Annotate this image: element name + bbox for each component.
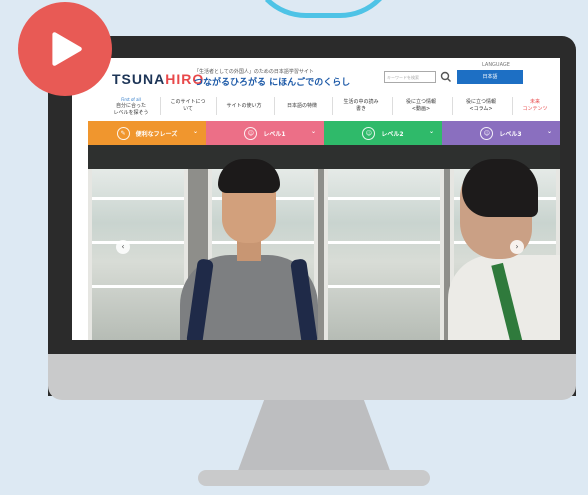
carousel-prev-arrow-icon[interactable]: ‹ (116, 240, 130, 254)
monitor-stand (236, 400, 392, 476)
level-icon: ☺ (362, 126, 376, 140)
nav-item-info-column[interactable]: 役に立つ情報 <コラム> (454, 91, 508, 121)
person-right-hair (462, 159, 538, 217)
store-shelf (88, 145, 188, 340)
store-shelf (324, 145, 444, 340)
monitor-chin (48, 354, 576, 400)
chevron-down-icon: ⌄ (428, 128, 434, 135)
nav-note: First of all (121, 96, 141, 102)
chat-icon: ✎ (116, 126, 130, 140)
nav-item-reading-writing[interactable]: 生活の中の読み 書き (334, 91, 388, 121)
play-button-icon[interactable] (18, 2, 112, 96)
nav-divider (512, 97, 513, 115)
chevron-down-icon: ⌄ (192, 128, 198, 135)
nav-item-about[interactable]: このサイトにつ いて (164, 91, 212, 121)
tab-label: レベル1 (263, 130, 286, 138)
chevron-down-icon: ⌄ (310, 128, 316, 135)
nav-item-how-to-use[interactable]: サイトの使い方 (218, 91, 270, 121)
level-icon: ☺ (480, 126, 494, 140)
search-icon[interactable] (439, 69, 453, 83)
nav-item-info-video[interactable]: 役に立つ情報 <動画> (394, 91, 448, 121)
site-subtitle: つながるひろがる にほんごでのくらし (194, 78, 351, 88)
tab-level-3[interactable]: ☺ レベル3 ⌄ (442, 121, 560, 145)
illustration-stage: TSUNAHIRO 「生活者としての外国人」のための日本語学習サイト つながるひ… (0, 0, 588, 495)
monitor-base (198, 470, 430, 486)
nav-item-future-content[interactable]: 未来 コンテンツ (514, 91, 556, 121)
tab-label: レベル3 (499, 130, 522, 138)
language-label: LANGUAGE (482, 62, 510, 68)
category-tabs: ✎ 便利なフレーズ ⌄ ☺ レベル1 ⌄ ☺ レベル2 ⌄ ☺ レベル3 ⌄ (88, 121, 560, 145)
tab-level-1[interactable]: ☺ レベル1 ⌄ (206, 121, 324, 145)
tab-useful-phrases[interactable]: ✎ 便利なフレーズ ⌄ (88, 121, 206, 145)
nav-divider (274, 97, 275, 115)
hero-video-still[interactable]: ‹ › (88, 145, 560, 340)
nav-divider (332, 97, 333, 115)
level-icon: ☺ (244, 126, 258, 140)
nav-item-japanese-features[interactable]: 日本語の特徴 (276, 91, 328, 121)
person-left-hair (218, 159, 280, 193)
nav-divider (452, 97, 453, 115)
tab-level-2[interactable]: ☺ レベル2 ⌄ (324, 121, 442, 145)
site-tagline: 「生活者としての外国人」のための日本語学習サイト (194, 69, 314, 75)
nav-item-label: 自分に合った レベルを探そう (113, 102, 149, 116)
nav-divider (392, 97, 393, 115)
tab-label: レベル2 (381, 130, 404, 138)
nav-item-find-level[interactable]: First of all 自分に合った レベルを探そう (106, 91, 156, 121)
chevron-down-icon: ⌄ (546, 128, 552, 135)
nav-divider (160, 97, 161, 115)
search-input[interactable]: キーワードを検索 (384, 71, 436, 83)
site-logo[interactable]: TSUNAHIRO (112, 71, 204, 87)
nav-divider (216, 97, 217, 115)
speech-bubble-tip (248, 0, 398, 18)
tab-label: 便利なフレーズ (135, 130, 178, 138)
main-nav: First of all 自分に合った レベルを探そう このサイトにつ いて サ… (72, 91, 560, 121)
carousel-next-arrow-icon[interactable]: › (510, 240, 524, 254)
website-screen: TSUNAHIRO 「生活者としての外国人」のための日本語学習サイト つながるひ… (72, 58, 560, 340)
language-select-button[interactable]: 日本語 (457, 70, 523, 84)
